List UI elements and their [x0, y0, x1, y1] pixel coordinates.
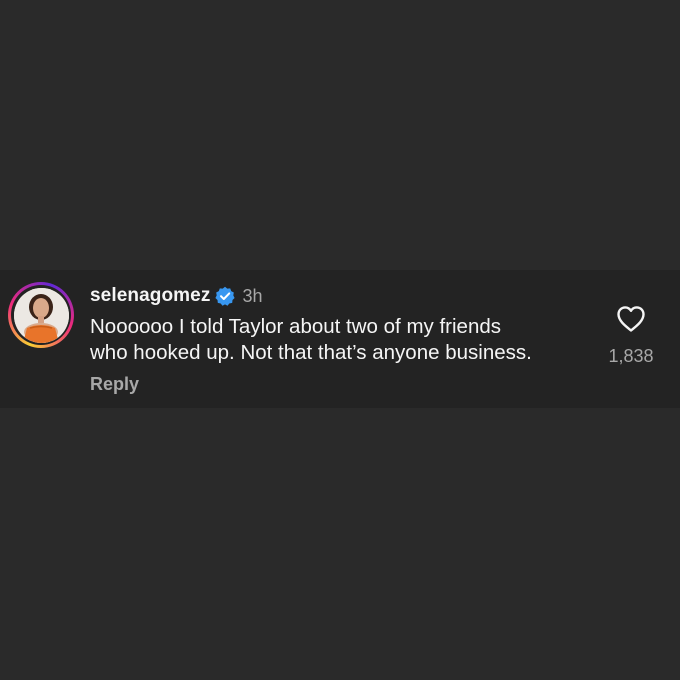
username[interactable]: selenagomez	[90, 285, 210, 307]
avatar-gap	[11, 285, 71, 345]
comment-header: selenagomez 3h	[90, 284, 262, 308]
heart-outline-icon[interactable]	[616, 305, 646, 333]
comment-card: selenagomez 3h Noooooo I told Taylor abo…	[0, 270, 680, 408]
verified-badge-icon	[215, 286, 236, 306]
avatar[interactable]	[13, 287, 69, 343]
comment-text-line: who hooked up. Not that that’s anyone bu…	[90, 341, 532, 364]
comment-time: 3h	[242, 285, 263, 306]
avatar-photo	[13, 287, 69, 343]
comment-text-line: Noooooo I told Taylor about two of my fr…	[90, 315, 501, 338]
comment-text: Noooooo I told Taylor about two of my fr…	[90, 314, 590, 366]
like-count: 1,838	[608, 346, 654, 366]
story-ring[interactable]	[8, 282, 74, 348]
reply-button[interactable]: Reply	[90, 374, 139, 395]
